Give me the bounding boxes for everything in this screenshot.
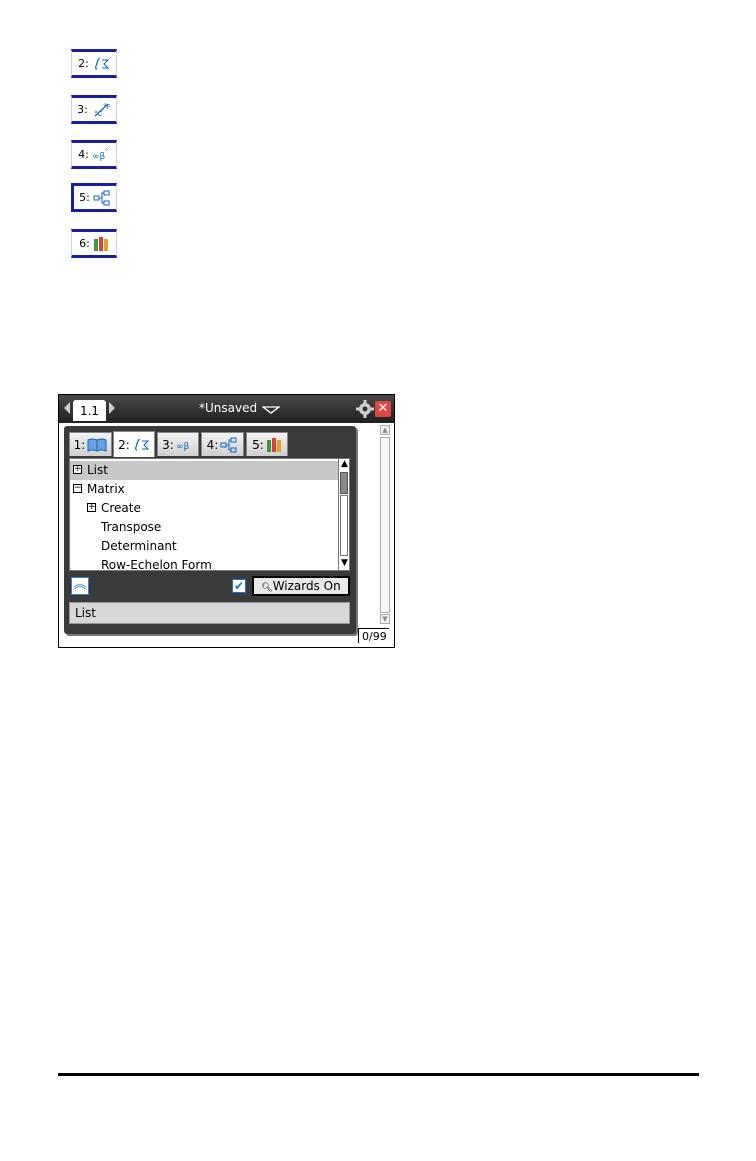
infinity-beta-icon: ∞β °: [92, 148, 108, 162]
list-item[interactable]: − Matrix: [70, 480, 338, 499]
key-label: 5:: [79, 191, 90, 204]
list-item[interactable]: + Create: [70, 499, 338, 518]
list-item-label: Matrix: [87, 482, 125, 496]
library-tree-icon: [93, 190, 110, 205]
list-item[interactable]: Row-Echelon Form: [70, 556, 338, 571]
list-item[interactable]: Transpose: [70, 518, 338, 537]
key-label: 3:: [77, 103, 88, 116]
scroll-up-arrow-icon[interactable]: ▲: [380, 425, 390, 435]
svg-text:°: °: [105, 148, 108, 155]
wizards-checkbox[interactable]: ✔: [232, 579, 246, 593]
top-bar: 1.1 *Unsaved ✕: [59, 395, 394, 423]
handheld-screen: 1.1 *Unsaved ✕ ▲ ▼ 0/99 1: 2: 3: ∞β 4: 5…: [58, 394, 395, 648]
list-item-label: List: [87, 463, 108, 477]
key-icon-3: 3: °F °C: [71, 95, 117, 124]
list-item-label: Create: [101, 501, 141, 515]
list-item[interactable]: Determinant: [70, 537, 338, 556]
magnifier-icon: 🔍︎: [261, 583, 273, 593]
wizards-on-button[interactable]: 🔍︎Wizards On: [252, 576, 350, 596]
list-item-label: Transpose: [101, 520, 162, 534]
integral-sigma-icon: [94, 57, 110, 70]
conversion-icon: °F °C: [94, 103, 111, 118]
previous-page-arrow-icon[interactable]: [64, 402, 70, 414]
infinity-beta-icon: ∞β: [176, 442, 189, 452]
book-icon: [87, 438, 107, 452]
key-label: 2:: [78, 57, 89, 70]
catalog-tab-1[interactable]: 1:: [69, 432, 112, 456]
key-label: 4:: [78, 148, 89, 161]
collapse-icon[interactable]: −: [73, 484, 82, 493]
scrollbar-track[interactable]: [380, 437, 390, 613]
tab-label: 1:: [73, 437, 86, 452]
history-count: 0/99: [358, 628, 389, 643]
scroll-down-arrow-icon[interactable]: ▼: [339, 558, 349, 569]
document-title[interactable]: *Unsaved: [199, 401, 257, 415]
key-icon-5: 5:: [71, 183, 117, 212]
scrollbar-thumb[interactable]: [340, 472, 348, 494]
key-icon-6: 6:: [71, 229, 117, 258]
svg-text:°C: °C: [94, 110, 103, 118]
footer-rule: [58, 1073, 699, 1076]
scrollbar-track[interactable]: [340, 495, 348, 556]
catalog-tab-4[interactable]: 4:: [201, 432, 244, 456]
catalog-list[interactable]: + List − Matrix + Create Transpose Deter…: [69, 458, 350, 571]
integral-sigma-icon: [134, 438, 150, 451]
list-item[interactable]: + List: [70, 461, 338, 480]
scroll-down-arrow-icon[interactable]: ▼: [380, 614, 390, 624]
list-item-label: Row-Echelon Form: [101, 558, 212, 571]
tab-label: 2:: [118, 437, 130, 452]
tab-label: 4:: [206, 437, 219, 452]
svg-text:°F: °F: [103, 103, 111, 111]
catalog-tab-3[interactable]: 3: ∞β: [157, 432, 199, 456]
status-field: List: [69, 602, 350, 624]
expand-icon[interactable]: +: [73, 465, 82, 474]
tab-label: 3:: [162, 437, 174, 452]
scroll-up-arrow-icon[interactable]: ▲: [339, 459, 349, 470]
list-scrollbar[interactable]: ▲ ▼: [338, 459, 349, 570]
catalog-tab-2[interactable]: 2:: [113, 431, 155, 457]
key-label: 6:: [79, 237, 90, 250]
tab-label: 5:: [252, 437, 264, 452]
settings-icon[interactable]: [356, 400, 374, 418]
chevron-down-icon[interactable]: [262, 406, 280, 415]
expand-icon[interactable]: +: [87, 503, 96, 512]
key-icon-2: 2:: [71, 49, 117, 78]
catalog-dialog: 1: 2: 3: ∞β 4: 5: + List − Matrix + Crea…: [64, 426, 356, 634]
catalog-tab-5[interactable]: 5:: [246, 432, 288, 456]
double-chevron-up-icon[interactable]: ︽: [71, 577, 89, 595]
key-icon-4: 4: ∞β °: [71, 140, 117, 169]
list-item-label: Determinant: [101, 539, 177, 553]
close-icon[interactable]: ✕: [375, 401, 391, 417]
svg-text:∞β: ∞β: [176, 442, 189, 452]
library-tree-icon: [220, 437, 237, 452]
books-icon: [266, 437, 281, 452]
books-icon: [93, 236, 108, 251]
next-page-arrow-icon[interactable]: [109, 402, 115, 414]
svg-text:∞β: ∞β: [92, 152, 105, 162]
wizards-label: Wizards On: [272, 579, 341, 593]
page-tab[interactable]: 1.1: [73, 400, 106, 421]
